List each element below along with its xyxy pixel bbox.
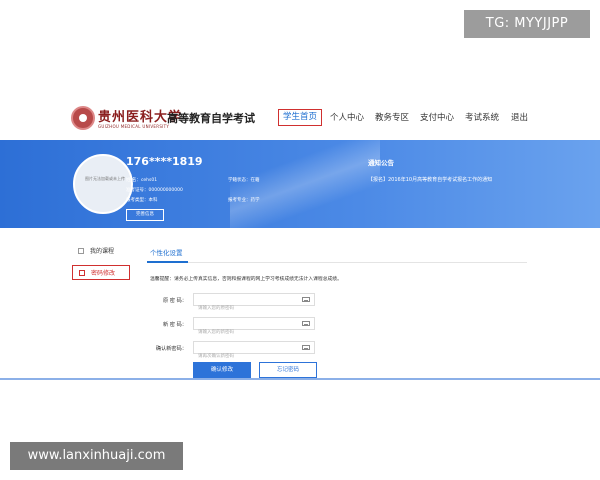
nav-academic-zone[interactable]: 教务专区 xyxy=(375,109,409,127)
major-row: 报考专业：药学 xyxy=(228,197,260,203)
tab-active-underline xyxy=(147,261,188,263)
sidebar-item-my-courses[interactable]: 我的课程 xyxy=(72,244,130,259)
notice-item-link[interactable]: 【报名】2016年10月高等教育自学考试报名工作的通知 xyxy=(368,176,492,183)
confirm-password-label: 确认新密码： xyxy=(155,346,187,352)
edit-icon xyxy=(79,270,85,276)
permit-label: 准考证号： xyxy=(126,188,149,193)
user-phone: 176****1819 xyxy=(126,155,203,168)
banner-decoration xyxy=(230,140,380,228)
complete-info-button[interactable]: 完善信息 xyxy=(126,209,164,221)
nav-personal-center[interactable]: 个人中心 xyxy=(330,109,364,127)
status-label: 学籍状态： xyxy=(228,178,251,183)
avatar-placeholder-text: 图片无法加载或未上传 xyxy=(85,176,125,181)
watermark-bottom-left: www.lanxinhuaji.com xyxy=(10,442,183,470)
level-value: 本科 xyxy=(148,198,158,203)
university-logo xyxy=(71,106,95,130)
new-password-input[interactable] xyxy=(194,327,298,338)
major-value: 药学 xyxy=(250,198,260,203)
confirm-password-field[interactable] xyxy=(193,341,315,362)
site-header: 贵州医科大学 GUIZHOU MEDICAL UNIVERSITY 高等教育自学… xyxy=(0,100,600,140)
old-password-input[interactable] xyxy=(194,303,298,314)
notice-title: 通知公告 xyxy=(368,159,394,167)
status-row: 学籍状态：在籍 xyxy=(228,177,260,183)
tab-divider xyxy=(147,262,527,263)
nav-logout[interactable]: 退出 xyxy=(511,109,528,127)
sidebar-item-label: 我的课程 xyxy=(90,248,115,255)
keyboard-icon[interactable] xyxy=(302,345,310,350)
system-title: 高等教育自学考试 xyxy=(167,112,255,125)
watermark-top-right: TG: MYYJJPP xyxy=(464,10,590,38)
permit-value: 000000000000 xyxy=(148,188,183,193)
nav-student-home[interactable]: 学生首页 xyxy=(278,109,323,126)
level-label: 报考类型： xyxy=(126,198,149,203)
book-icon xyxy=(78,248,84,254)
sidebar-item-change-password[interactable]: 密码修改 xyxy=(72,265,130,280)
avatar: 图片无法加载或未上传 xyxy=(73,154,133,214)
permit-row: 准考证号：000000000000 xyxy=(126,187,183,193)
form-tip: 温馨提醒：请务必上传真实信息，否则和报课程的网上学习考核成绩无法计入课程总成绩。 xyxy=(150,277,342,282)
level-row: 报考类型：本科 xyxy=(126,197,158,203)
keyboard-icon[interactable] xyxy=(302,297,310,302)
university-english-name: GUIZHOU MEDICAL UNIVERSITY xyxy=(98,124,170,129)
new-password-field[interactable] xyxy=(193,317,315,338)
confirm-password-input[interactable] xyxy=(194,351,298,362)
nav-exam-system[interactable]: 考试系统 xyxy=(465,109,499,127)
old-password-label: 原 密 码： xyxy=(162,298,187,304)
bottom-divider xyxy=(0,378,600,380)
new-password-label: 新 密 码： xyxy=(162,322,187,328)
sidebar-item-label: 密码修改 xyxy=(91,270,116,277)
name-row: 姓 名：cehs01 xyxy=(126,177,157,183)
old-password-field[interactable] xyxy=(193,293,315,314)
major-label: 报考专业： xyxy=(228,198,251,203)
name-label: 姓 名： xyxy=(126,178,141,183)
name-value: cehs01 xyxy=(140,178,158,183)
forgot-password-button[interactable]: 忘记密码 xyxy=(259,362,317,378)
nav-payment-center[interactable]: 支付中心 xyxy=(420,109,454,127)
status-value: 在籍 xyxy=(250,178,260,183)
profile-banner: 图片无法加载或未上传 176****1819 姓 名：cehs01 学籍状态：在… xyxy=(0,140,600,228)
tab-personal-settings[interactable]: 个性化设置 xyxy=(150,247,183,257)
keyboard-icon[interactable] xyxy=(302,321,310,326)
confirm-change-button[interactable]: 确认修改 xyxy=(193,362,251,378)
